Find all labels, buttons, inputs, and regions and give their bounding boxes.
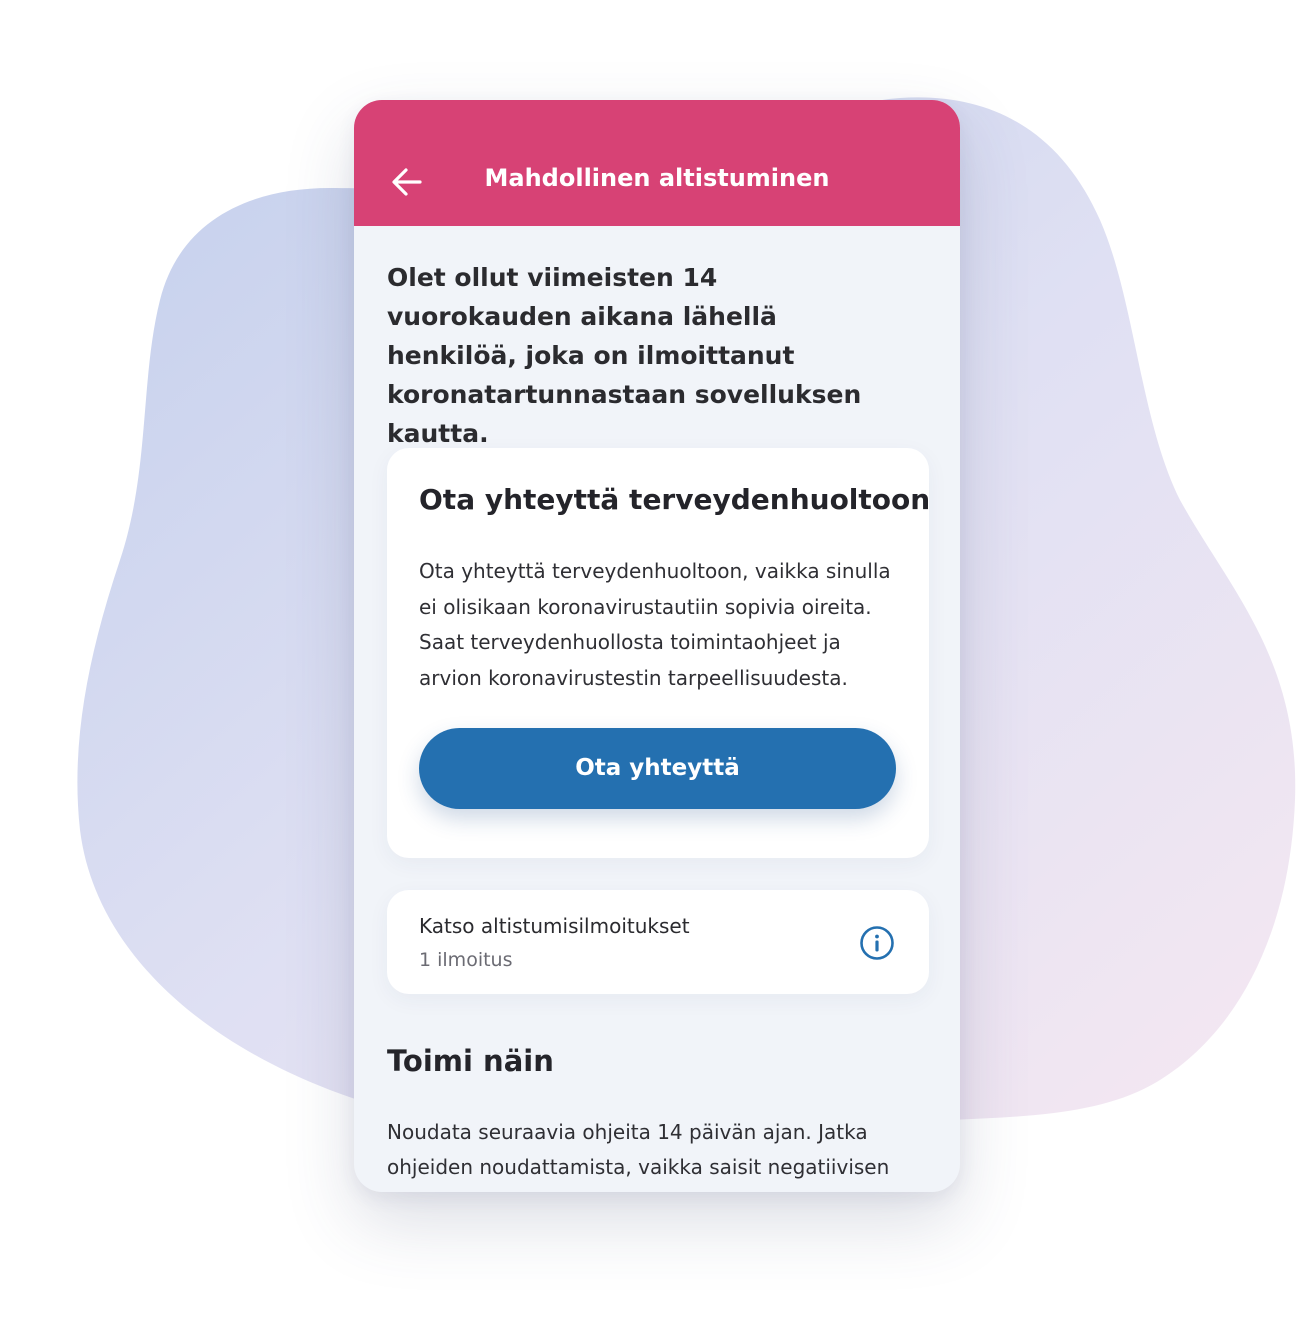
- exposure-intro-text: Olet ollut viimeisten 14 vuorokauden aik…: [387, 263, 862, 448]
- page-title: Mahdollinen altistuminen: [484, 164, 830, 192]
- app-header: Mahdollinen altistuminen: [354, 100, 960, 226]
- instructions-heading: Toimi näin: [387, 1044, 554, 1078]
- phone-screen: Mahdollinen altistuminen Olet ollut viim…: [354, 100, 960, 1192]
- exposure-count: 1 ilmoitus: [419, 949, 513, 971]
- card-title: Ota yhteyttä terveydenhuoltoon: [419, 483, 931, 516]
- info-icon[interactable]: [859, 925, 895, 961]
- contact-healthcare-card: Ota yhteyttä terveydenhuoltoon Ota yhtey…: [387, 448, 931, 858]
- view-exposure-notifications-item[interactable]: Katso altistumisilmoitukset 1 ilmoitus: [387, 890, 929, 994]
- contact-button[interactable]: Ota yhteyttä: [419, 728, 896, 809]
- exposure-item-title: Katso altistumisilmoitukset: [419, 914, 690, 938]
- card-description: Ota yhteyttä terveydenhuoltoon, vaikka s…: [419, 559, 891, 690]
- instructions-text: Noudata seuraavia ohjeita 14 päivän ajan…: [387, 1120, 890, 1179]
